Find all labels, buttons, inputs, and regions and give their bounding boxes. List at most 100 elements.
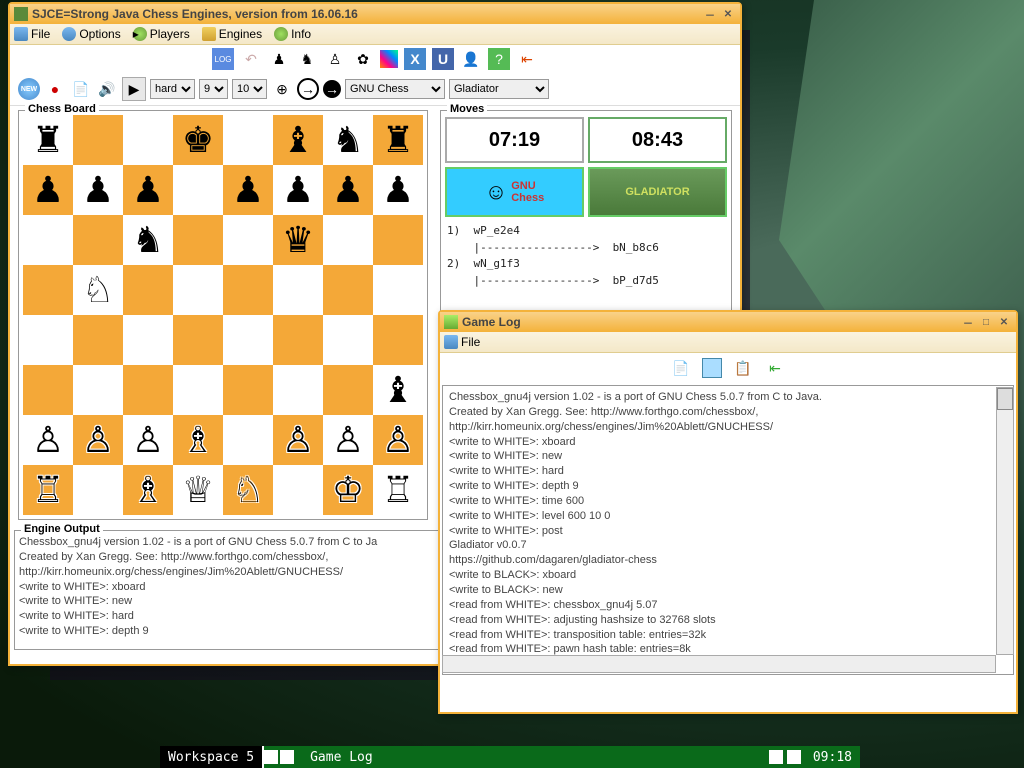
square-5-4[interactable] <box>223 365 273 415</box>
square-0-7[interactable]: ♜ <box>373 115 423 165</box>
square-5-0[interactable] <box>23 365 73 415</box>
pawn-black-icon[interactable]: ♟ <box>268 48 290 70</box>
square-2-7[interactable] <box>373 215 423 265</box>
square-3-0[interactable] <box>23 265 73 315</box>
square-5-5[interactable] <box>273 365 323 415</box>
square-6-4[interactable] <box>223 415 273 465</box>
taskbar-box1[interactable] <box>264 750 278 764</box>
square-7-3[interactable]: ♕ <box>173 465 223 515</box>
sound-icon[interactable]: 🔊 <box>96 78 118 100</box>
gamelog-close[interactable]: ✕ <box>996 315 1012 329</box>
time-select[interactable]: 10 <box>232 79 267 99</box>
square-4-3[interactable] <box>173 315 223 365</box>
square-0-4[interactable] <box>223 115 273 165</box>
square-0-6[interactable]: ♞ <box>323 115 373 165</box>
square-6-1[interactable]: ♙ <box>73 415 123 465</box>
square-3-1[interactable]: ♘ <box>73 265 123 315</box>
target-icon[interactable]: ⊕ <box>271 78 293 100</box>
square-5-1[interactable] <box>73 365 123 415</box>
menu-engines[interactable]: Engines <box>202 27 262 41</box>
minimize-button[interactable]: － <box>702 7 718 21</box>
log-clipboard-icon[interactable]: 📋 <box>732 357 754 379</box>
taskbar-box2[interactable] <box>280 750 294 764</box>
square-3-6[interactable] <box>323 265 373 315</box>
square-3-3[interactable] <box>173 265 223 315</box>
menu-file[interactable]: File <box>14 27 50 41</box>
pawn-white-icon[interactable]: ♙ <box>324 48 346 70</box>
square-3-7[interactable] <box>373 265 423 315</box>
taskbar-box3[interactable] <box>769 750 783 764</box>
square-7-4[interactable]: ♘ <box>223 465 273 515</box>
log-vscroll[interactable] <box>996 387 1014 655</box>
square-3-2[interactable] <box>123 265 173 315</box>
menu-info[interactable]: Info <box>274 27 311 41</box>
taskbar-task[interactable]: Game Log <box>310 750 373 765</box>
play-icon[interactable]: ▶ <box>122 77 146 101</box>
square-4-7[interactable] <box>373 315 423 365</box>
forward-icon[interactable]: → <box>297 78 319 100</box>
help-icon[interactable]: ? <box>488 48 510 70</box>
square-1-6[interactable]: ♟ <box>323 165 373 215</box>
taskbar[interactable]: Workspace 5 Game Log 09:18 <box>160 746 860 768</box>
new-game-icon[interactable]: NEW <box>18 78 40 100</box>
square-7-1[interactable] <box>73 465 123 515</box>
menu-players[interactable]: ▸Players <box>133 27 190 41</box>
square-1-7[interactable]: ♟ <box>373 165 423 215</box>
add-user-icon[interactable]: 👤 <box>460 48 482 70</box>
square-7-5[interactable] <box>273 465 323 515</box>
square-6-0[interactable]: ♙ <box>23 415 73 465</box>
close-button[interactable]: ✕ <box>720 7 736 21</box>
square-4-2[interactable] <box>123 315 173 365</box>
gamelog-maximize[interactable]: □ <box>978 315 994 329</box>
square-2-4[interactable] <box>223 215 273 265</box>
exit-icon[interactable]: ⇤ <box>516 48 538 70</box>
move-list[interactable]: 1) wP_e2e4 |-----------------> bN_b8c62)… <box>445 221 727 291</box>
square-5-7[interactable]: ♝ <box>373 365 423 415</box>
x-button[interactable]: X <box>404 48 426 70</box>
square-6-2[interactable]: ♙ <box>123 415 173 465</box>
square-4-1[interactable] <box>73 315 123 365</box>
square-5-6[interactable] <box>323 365 373 415</box>
square-2-6[interactable] <box>323 215 373 265</box>
gamelog-menu-file[interactable]: File <box>444 335 480 349</box>
square-5-2[interactable] <box>123 365 173 415</box>
main-titlebar[interactable]: SJCE=Strong Java Chess Engines, version … <box>10 4 740 24</box>
taskbar-box4[interactable] <box>787 750 801 764</box>
log-hscroll[interactable] <box>442 655 996 673</box>
square-7-7[interactable]: ♖ <box>373 465 423 515</box>
square-6-3[interactable]: ♗ <box>173 415 223 465</box>
square-6-6[interactable]: ♙ <box>323 415 373 465</box>
square-3-5[interactable] <box>273 265 323 315</box>
square-0-2[interactable] <box>123 115 173 165</box>
chess-board[interactable]: ♜♚♝♞♜♟♟♟♟♟♟♟♞♛♘♝♙♙♙♗♙♙♙♖♗♕♘♔♖ <box>23 115 423 515</box>
square-4-6[interactable] <box>323 315 373 365</box>
square-0-0[interactable]: ♜ <box>23 115 73 165</box>
square-1-4[interactable]: ♟ <box>223 165 273 215</box>
menu-options[interactable]: Options <box>62 27 120 41</box>
flower-icon[interactable]: ✿ <box>352 48 374 70</box>
next-icon[interactable]: → <box>323 80 341 98</box>
difficulty-select[interactable]: hard <box>150 79 195 99</box>
square-4-0[interactable] <box>23 315 73 365</box>
square-1-1[interactable]: ♟ <box>73 165 123 215</box>
knight-icon[interactable]: ♞ <box>296 48 318 70</box>
square-2-2[interactable]: ♞ <box>123 215 173 265</box>
gamelog-minimize[interactable]: － <box>960 315 976 329</box>
square-1-2[interactable]: ♟ <box>123 165 173 215</box>
square-2-5[interactable]: ♛ <box>273 215 323 265</box>
square-2-1[interactable] <box>73 215 123 265</box>
square-5-3[interactable] <box>173 365 223 415</box>
grid-icon[interactable] <box>380 50 398 68</box>
gamelog-titlebar[interactable]: Game Log － □ ✕ <box>440 312 1016 332</box>
square-1-3[interactable] <box>173 165 223 215</box>
save-icon[interactable]: 📄 <box>70 78 92 100</box>
u-button[interactable]: U <box>432 48 454 70</box>
log-doc-icon[interactable] <box>702 358 722 378</box>
square-0-1[interactable] <box>73 115 123 165</box>
log-back-icon[interactable]: ⇤ <box>764 357 786 379</box>
square-6-5[interactable]: ♙ <box>273 415 323 465</box>
square-7-2[interactable]: ♗ <box>123 465 173 515</box>
square-0-3[interactable]: ♚ <box>173 115 223 165</box>
square-3-4[interactable] <box>223 265 273 315</box>
square-0-5[interactable]: ♝ <box>273 115 323 165</box>
